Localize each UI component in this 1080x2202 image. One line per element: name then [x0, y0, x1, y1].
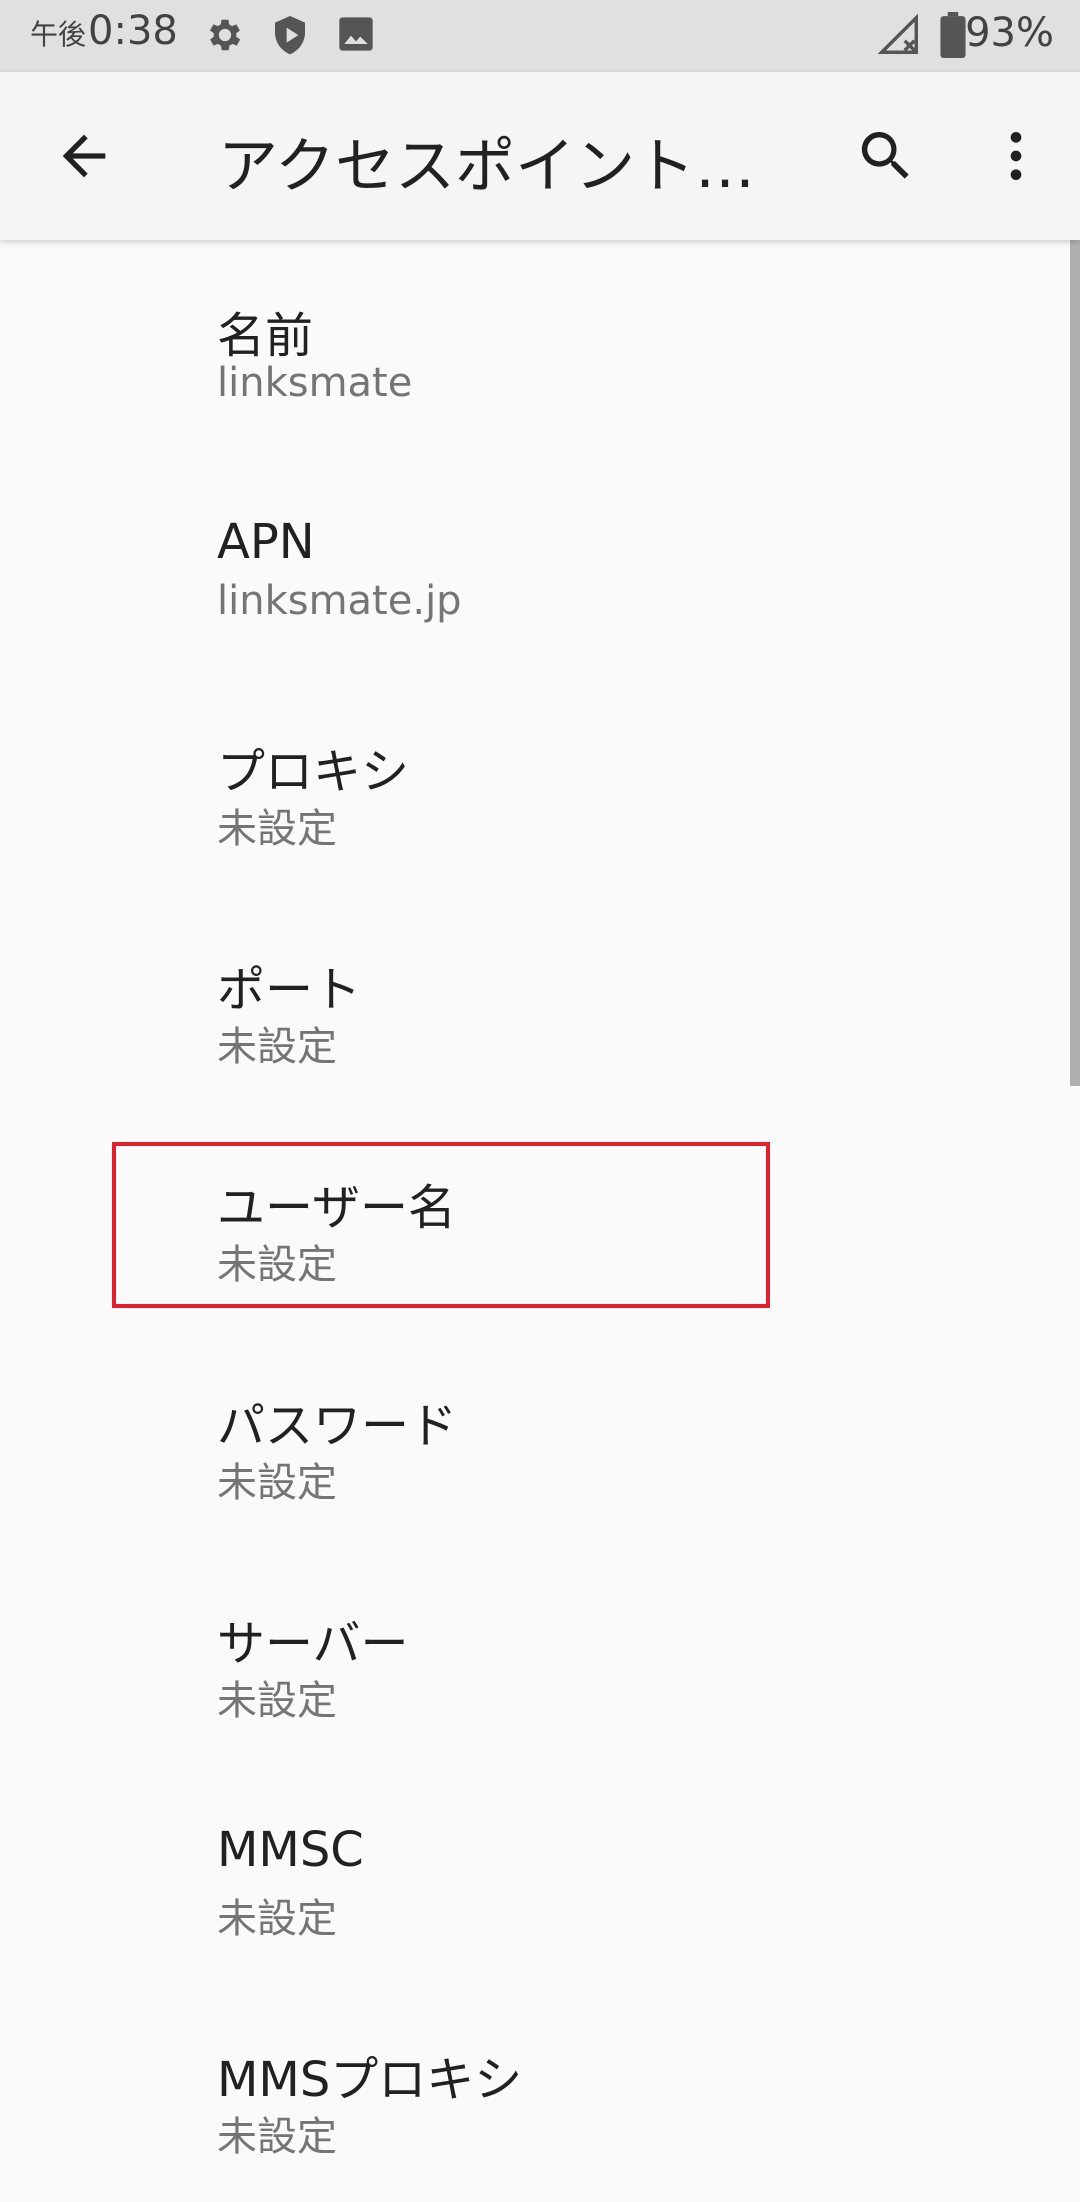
- setting-row-name[interactable]: 名前 linksmate: [0, 240, 1080, 458]
- setting-label: APN: [217, 514, 315, 570]
- battery-percentage: 93%: [965, 10, 1054, 56]
- battery-icon: [940, 12, 966, 62]
- status-ampm: 午後: [30, 18, 87, 51]
- setting-row-proxy[interactable]: プロキシ 未設定: [0, 676, 1080, 894]
- setting-label: サーバー: [217, 1616, 409, 1672]
- shield-play-icon: [270, 14, 310, 62]
- setting-row-server[interactable]: サーバー 未設定: [0, 1548, 1080, 1766]
- search-icon[interactable]: [854, 124, 918, 188]
- signal-off-icon: [876, 12, 922, 62]
- setting-value: 未設定: [217, 806, 337, 852]
- status-clock: 0:38: [88, 8, 178, 54]
- setting-row-mms-proxy[interactable]: MMSプロキシ 未設定: [0, 1984, 1080, 2202]
- setting-value: linksmate: [217, 360, 413, 406]
- setting-row-password[interactable]: パスワード 未設定: [0, 1330, 1080, 1548]
- setting-row-mmsc[interactable]: MMSC 未設定: [0, 1766, 1080, 1984]
- setting-label: プロキシ: [217, 744, 410, 800]
- setting-label: MMSプロキシ: [217, 2052, 523, 2108]
- setting-value: 未設定: [217, 2114, 337, 2160]
- gear-icon: [204, 14, 246, 60]
- setting-value: 未設定: [217, 1896, 337, 1942]
- image-icon: [336, 14, 376, 58]
- highlight-box: [112, 1142, 770, 1308]
- status-bar: 午後 0:38 93%: [0, 0, 1080, 72]
- setting-row-apn[interactable]: APN linksmate.jp: [0, 458, 1080, 676]
- more-vert-icon[interactable]: [984, 124, 1048, 188]
- arrow-back-icon[interactable]: [52, 124, 116, 188]
- setting-value: 未設定: [217, 1024, 337, 1070]
- setting-label: ポート: [217, 962, 362, 1018]
- setting-label: パスワード: [217, 1398, 458, 1454]
- setting-value: 未設定: [217, 1678, 337, 1724]
- status-time: 午後 0:38: [30, 8, 178, 64]
- setting-label: MMSC: [217, 1822, 364, 1878]
- setting-row-port[interactable]: ポート 未設定: [0, 894, 1080, 1112]
- setting-value: linksmate.jp: [217, 578, 462, 624]
- setting-value: 未設定: [217, 1460, 337, 1506]
- page-title: アクセスポイント…: [218, 132, 755, 202]
- scrollbar[interactable]: [1070, 240, 1080, 1086]
- app-toolbar: アクセスポイント…: [0, 72, 1080, 240]
- setting-label: 名前: [217, 308, 314, 364]
